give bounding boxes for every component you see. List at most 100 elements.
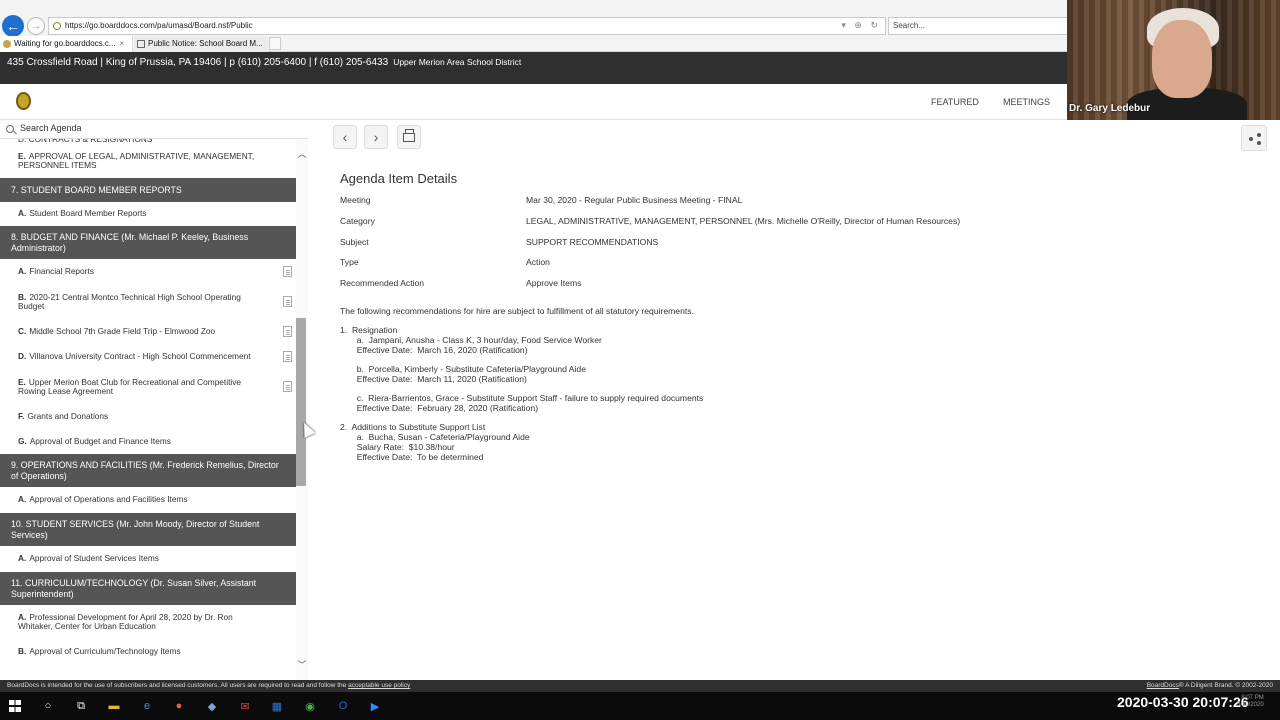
agenda-item-letter: A. [18, 208, 27, 219]
agenda-item[interactable]: F. Grants and Donations [0, 404, 296, 429]
section-title: 11. CURRICULUM/TECHNOLOGY (Dr. Susan Sil… [11, 578, 257, 599]
tab-boarddocs[interactable]: Waiting for go.boarddocs.c... × [0, 36, 133, 52]
next-item-button[interactable]: › [364, 125, 388, 149]
field-value: SUPPORT RECOMMENDATIONS [526, 237, 659, 247]
agenda-section-header[interactable]: 9. OPERATIONS AND FACILITIES (Mr. Freder… [0, 454, 296, 487]
section-title: 9. OPERATIONS AND FACILITIES (Mr. Freder… [11, 460, 279, 481]
document-icon[interactable] [283, 351, 292, 362]
agenda-item-letter: B. [18, 291, 27, 302]
agenda-item-letter: A. [18, 494, 27, 505]
back-arrow-icon[interactable]: ← [2, 15, 24, 37]
app-icon[interactable]: ◆ [203, 697, 221, 715]
agenda-item-letter: C. [18, 325, 27, 336]
agenda-item-letter: A. [18, 266, 27, 277]
previous-item-button[interactable]: ‹ [333, 125, 357, 149]
field-value: Approve Items [526, 278, 582, 288]
agenda-item[interactable]: A. Financial Reports [0, 259, 296, 285]
forward-arrow-icon[interactable]: → [27, 17, 45, 35]
share-icon [1257, 133, 1261, 137]
new-tab-button[interactable] [269, 37, 281, 50]
field-label: Subject [340, 237, 369, 247]
agenda-list: D. CONTRACTS & RESIGNATIONSE.APPROVAL OF… [0, 139, 296, 665]
district-seal-icon[interactable] [16, 92, 31, 110]
agenda-item-text: B. Approval of Curriculum/Technology Item… [18, 647, 181, 657]
close-icon[interactable]: × [120, 39, 125, 48]
agenda-section-header[interactable]: 10. STUDENT SERVICES (Mr. John Moody, Di… [0, 513, 296, 546]
agenda-item[interactable]: B. Approval of Curriculum/Technology Item… [0, 639, 296, 665]
print-button[interactable] [397, 125, 421, 149]
field-value: Action [526, 257, 550, 267]
agenda-item-letter: E. [18, 150, 26, 161]
agenda-item[interactable]: A. Approval of Student Services Items [0, 546, 296, 572]
acceptable-use-link[interactable]: acceptable use policy [348, 682, 410, 689]
boarddocs-link[interactable]: BoardDocs [1147, 682, 1179, 689]
agenda-item-text: A. Financial Reports [18, 267, 94, 277]
field-label: Meeting [340, 195, 371, 205]
document-icon[interactable] [283, 325, 292, 337]
agenda-sidebar: Search Agenda D. CONTRACTS & RESIGNATION… [0, 120, 308, 680]
tab-public-notice[interactable]: Public Notice: School Board M... [134, 36, 268, 52]
document-icon[interactable] [283, 381, 292, 392]
chrome-icon[interactable]: ◉ [301, 697, 319, 715]
refresh-icon[interactable]: ▾ ⊕ ↻ [841, 20, 881, 31]
field-value: Mar 30, 2020 - Regular Public Business M… [526, 195, 743, 205]
agenda-item-text: A. Approval of Operations and Facilities … [18, 495, 188, 505]
chevron-down-icon[interactable]: ﹀ [296, 658, 308, 671]
zoom-icon[interactable]: ▶ [366, 697, 384, 715]
windows-start-icon[interactable] [6, 697, 24, 715]
document-icon[interactable] [283, 266, 292, 277]
task-view-icon[interactable]: ⧉ [72, 697, 90, 715]
nav-featured[interactable]: FEATURED [931, 97, 979, 107]
file-explorer-icon[interactable]: ▬ [105, 697, 123, 715]
agenda-section-header[interactable]: 11. CURRICULUM/TECHNOLOGY (Dr. Susan Sil… [0, 572, 296, 605]
field-label: Recommended Action [340, 278, 425, 288]
agenda-section-header[interactable]: 8. BUDGET AND FINANCE (Mr. Michael P. Ke… [0, 226, 296, 259]
section-title: 10. STUDENT SERVICES (Mr. John Moody, Di… [11, 519, 260, 540]
agenda-item[interactable]: E. APPROVAL OF LEGAL, ADMINISTRATIVE, MAN… [0, 144, 296, 178]
agenda-item-text: C. Middle School 7th Grade Field Trip - E… [18, 325, 216, 337]
agenda-item-letter: A. [18, 553, 27, 564]
calendar-icon[interactable]: ▦ [268, 697, 286, 715]
address-bar[interactable]: https://go.boarddocs.com/pa/umasd/Board.… [48, 17, 886, 35]
agenda-item-label: Middle School 7th Grade Field Trip - Elm… [29, 325, 216, 336]
agenda-item-label: Approval of Student Services Items [29, 553, 159, 564]
agenda-section-header[interactable]: 7. STUDENT BOARD MEMBER REPORTS [0, 178, 296, 202]
outlook-icon[interactable]: O [334, 697, 352, 715]
page-icon [137, 40, 145, 48]
ie-icon[interactable]: e [138, 697, 156, 715]
agenda-item-text: F. Grants and Donations [18, 411, 108, 422]
address-url: https://go.boarddocs.com/pa/umasd/Board.… [65, 21, 253, 30]
browser-search-input[interactable]: Search... [888, 17, 1068, 35]
agenda-search-input[interactable]: Search Agenda [0, 120, 308, 139]
agenda-item[interactable]: E. Upper Merion Boat Club for Recreationa… [0, 370, 296, 404]
agenda-item[interactable]: G. Approval of Budget and Finance Items [0, 429, 296, 454]
agenda-item-label: APPROVAL OF LEGAL, ADMINISTRATIVE, MANAG… [18, 150, 255, 170]
firefox-icon[interactable]: ● [170, 697, 188, 715]
share-button[interactable] [1241, 125, 1267, 151]
agenda-item[interactable]: B. 2020-21 Central Montco Technical High … [0, 285, 296, 319]
agenda-item-label: Financial Reports [29, 266, 94, 277]
nav-meetings[interactable]: MEETINGS [1003, 97, 1050, 107]
agenda-item[interactable]: A. Approval of Operations and Facilities … [0, 487, 296, 513]
agenda-item-text: A. Approval of Student Services Items [18, 554, 159, 564]
mail-icon[interactable]: ✉ [236, 697, 254, 715]
agenda-item[interactable]: D. Villanova University Contract - High S… [0, 344, 296, 370]
chevron-right-icon: › [373, 129, 379, 145]
agenda-item[interactable]: C. Middle School 7th Grade Field Trip - E… [0, 319, 296, 344]
footer: BoardDocs is intended for the use of sub… [0, 680, 1280, 692]
section-title: 7. STUDENT BOARD MEMBER REPORTS [11, 184, 182, 195]
loading-icon [3, 40, 11, 48]
agenda-item-label: 2020-21 Central Montco Technical High Sc… [18, 291, 241, 311]
chevron-up-icon[interactable]: ︿ [296, 147, 308, 160]
agenda-item-text: E. Upper Merion Boat Club for Recreationa… [18, 377, 266, 397]
agenda-item-label: Approval of Operations and Facilities It… [29, 494, 188, 505]
system-clock: 8:07 PM 3/30/2020 [1237, 695, 1264, 708]
document-icon[interactable] [283, 296, 292, 307]
scrollbar-thumb[interactable] [296, 318, 306, 486]
agenda-item[interactable]: A. Professional Development for April 28,… [0, 605, 296, 639]
item-body-text: The following recommendations for hire a… [340, 306, 704, 462]
agenda-item[interactable]: A. Student Board Member Reports [0, 202, 296, 226]
search-icon[interactable]: ○ [39, 697, 57, 715]
scrollbar[interactable]: ︿ ﹀ [296, 140, 308, 680]
agenda-item-label: Professional Development for April 28, 2… [18, 611, 233, 631]
